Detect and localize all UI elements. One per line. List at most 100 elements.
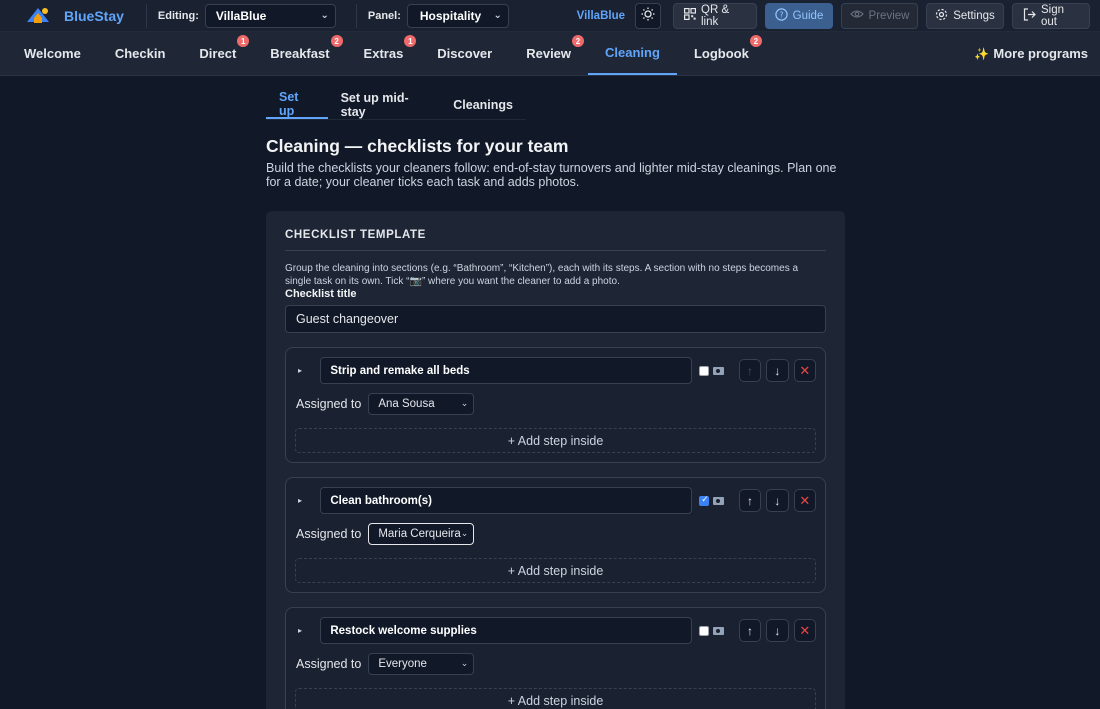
guide-button[interactable]: ? Guide <box>765 2 833 29</box>
move-up-button[interactable]: ↑ <box>738 359 762 382</box>
divider <box>355 3 357 28</box>
brand-name: BlueStay <box>64 7 124 24</box>
more-programs-button[interactable]: ✨ More programs <box>974 32 1100 75</box>
section-header-row: ▸ Clean bathroom(s) ↑ ↓ ✕ <box>295 487 817 514</box>
assigned-to-label: Assigned to <box>296 657 362 671</box>
assignee-select[interactable]: Everyone ⌄ <box>368 653 475 675</box>
sparkle-icon: ✨ <box>974 46 990 61</box>
settings-label: Settings <box>953 9 995 22</box>
checklist-title-label: Checklist title <box>285 288 357 300</box>
panel-label: Panel: <box>367 9 401 22</box>
checklist-section: ▸ Clean bathroom(s) ↑ ↓ ✕ Assigned to Ma… <box>285 477 826 593</box>
nav-item-welcome[interactable]: Welcome <box>7 32 98 75</box>
checklist-title-input[interactable]: Guest changeover <box>285 305 826 333</box>
nav-item-breakfast[interactable]: Breakfast 2 <box>253 32 346 75</box>
nav-item-direct[interactable]: Direct 1 <box>182 32 253 75</box>
move-down-button[interactable]: ↓ <box>766 489 789 512</box>
page-title: Cleaning — checklists for your team <box>266 136 569 156</box>
nav-item-cleaning[interactable]: Cleaning <box>588 32 677 75</box>
section-name-value: Strip and remake all beds <box>330 364 470 377</box>
nav-item-logbook[interactable]: Logbook 2 <box>677 32 766 75</box>
nav-item-label: Direct <box>199 46 237 61</box>
logo[interactable]: BlueStay <box>24 4 146 28</box>
nav-item-label: Welcome <box>24 46 81 61</box>
section-name-input[interactable]: Strip and remake all beds <box>320 357 693 384</box>
delete-section-button[interactable]: ✕ <box>793 489 817 512</box>
assignee-row: Assigned to Ana Sousa ⌄ <box>295 393 816 415</box>
notification-badge: 1 <box>404 35 417 47</box>
add-step-button[interactable]: + Add step inside <box>295 558 816 583</box>
guide-label: Guide <box>792 9 824 22</box>
section-header-row: ▸ Strip and remake all beds ↑ ↓ ✕ <box>295 357 817 384</box>
add-step-label: + Add step inside <box>507 433 604 448</box>
assignee-row: Assigned to Everyone ⌄ <box>295 653 816 675</box>
add-step-button[interactable]: + Add step inside <box>295 428 816 453</box>
sign-out-icon <box>1023 7 1036 24</box>
section-name-value: Restock welcome supplies <box>330 624 477 637</box>
assignee-value: Maria Cerqueira <box>378 528 461 540</box>
sign-out-label: Sign out <box>1041 3 1065 28</box>
tab-set-up[interactable]: Set up <box>266 90 328 119</box>
help-circle-icon: ? <box>774 7 788 24</box>
preview-button[interactable]: Preview <box>841 2 918 29</box>
tab-label: Set up <box>279 89 299 118</box>
photo-required-checkbox[interactable] <box>699 494 710 506</box>
photo-required-checkbox[interactable] <box>699 365 710 376</box>
notification-badge: 1 <box>237 35 250 47</box>
assigned-to-label: Assigned to <box>296 527 362 541</box>
move-down-button[interactable]: ↓ <box>766 619 789 642</box>
add-step-label: + Add step inside <box>507 563 604 578</box>
assignee-value: Ana Sousa <box>378 398 435 410</box>
chevron-down-icon: ⌄ <box>320 9 329 21</box>
nav-item-label: Breakfast <box>270 46 330 61</box>
section-name-input[interactable]: Restock welcome supplies <box>320 617 693 644</box>
preview-label: Preview <box>868 9 910 22</box>
checklist-section: ▸ Strip and remake all beds ↑ ↓ ✕ Assign… <box>285 347 826 463</box>
move-up-button[interactable]: ↑ <box>738 619 762 642</box>
move-up-button[interactable]: ↑ <box>738 489 762 512</box>
main-content: Set up Set up mid-stay Cleanings Cleanin… <box>0 90 1100 709</box>
main-nav: Welcome Checkin Direct 1 Breakfast 2 Ext… <box>0 32 1100 76</box>
qr-code-icon <box>684 8 697 23</box>
card-help-text: Group the cleaning into sections (e.g. “… <box>285 263 799 287</box>
expand-caret-icon[interactable]: ▸ <box>295 366 320 375</box>
qr-link-button[interactable]: QR & link <box>673 2 757 29</box>
nav-item-review[interactable]: Review 2 <box>509 32 588 75</box>
move-down-button[interactable]: ↓ <box>766 359 789 382</box>
expand-caret-icon[interactable]: ▸ <box>295 496 320 505</box>
camera-icon <box>713 366 724 375</box>
add-step-button[interactable]: + Add step inside <box>295 688 816 709</box>
photo-required-checkbox[interactable] <box>699 625 710 636</box>
camera-icon <box>713 496 724 505</box>
top-bar: BlueStay Editing: VillaBlue ⌄ Panel: Hos… <box>0 0 1100 32</box>
tab-label: Cleanings <box>453 97 513 112</box>
tab-cleanings[interactable]: Cleanings <box>440 90 526 119</box>
tab-set-up-mid-stay[interactable]: Set up mid-stay <box>328 90 441 119</box>
more-programs-label: More programs <box>993 46 1088 61</box>
nav-item-label: Discover <box>437 46 493 61</box>
assignee-select[interactable]: Maria Cerqueira ⌄ <box>368 523 475 545</box>
section-name-input[interactable]: Clean bathroom(s) <box>320 487 693 514</box>
panel-select[interactable]: Hospitality ⌄ <box>406 3 509 28</box>
nav-item-checkin[interactable]: Checkin <box>98 32 183 75</box>
theme-toggle-button[interactable] <box>635 2 661 29</box>
nav-item-extras[interactable]: Extras 1 <box>347 32 421 75</box>
nav-item-label: Cleaning <box>605 45 660 60</box>
page-description: Build the checklists your cleaners follo… <box>266 161 837 189</box>
sign-out-button[interactable]: Sign out <box>1012 2 1090 29</box>
nav-item-discover[interactable]: Discover <box>420 32 509 75</box>
delete-section-button[interactable]: ✕ <box>793 619 817 642</box>
expand-caret-icon[interactable]: ▸ <box>295 626 320 635</box>
delete-section-button[interactable]: ✕ <box>793 359 817 382</box>
gear-icon <box>935 8 948 24</box>
svg-text:?: ? <box>779 10 783 19</box>
panel-select-value: Hospitality <box>419 8 482 23</box>
add-step-label: + Add step inside <box>507 693 604 708</box>
assignee-select[interactable]: Ana Sousa ⌄ <box>368 393 475 415</box>
settings-button[interactable]: Settings <box>926 2 1004 29</box>
notification-badge: 2 <box>572 35 585 47</box>
editing-select-value: VillaBlue <box>215 8 267 23</box>
editing-select[interactable]: VillaBlue ⌄ <box>204 3 336 28</box>
chevron-down-icon: ⌄ <box>493 9 502 21</box>
checklist-title-value: Guest changeover <box>296 312 399 326</box>
